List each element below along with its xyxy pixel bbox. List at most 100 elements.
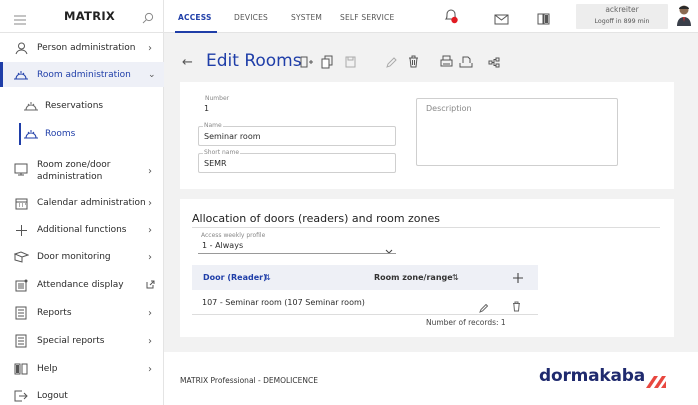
app-title: MATRIX	[64, 9, 116, 23]
chevron-right-icon: ›	[148, 335, 152, 347]
print-icon[interactable]	[440, 55, 453, 71]
sidebar-item-rooms[interactable]: Rooms	[0, 126, 164, 142]
logout-icon	[13, 389, 29, 403]
sidebar-item-label: Calendar administration	[37, 198, 146, 208]
external-link-icon	[146, 280, 155, 292]
person-icon	[13, 41, 29, 55]
sidebar-item-special-reports[interactable]: Special reports ›	[0, 333, 164, 349]
chevron-down-icon[interactable]	[385, 240, 393, 259]
sidebar-item-label: Person administration	[37, 43, 136, 53]
calendar-icon	[13, 196, 29, 210]
active-tab-indicator	[175, 31, 217, 33]
tab-system[interactable]: SYSTEM	[291, 13, 322, 22]
logoff-timer: Logoff in 899 min	[594, 18, 650, 25]
menu-icon[interactable]	[14, 10, 26, 25]
product-license: MATRIX Professional - DEMOLICENCE	[180, 376, 318, 385]
chevron-right-icon: ›	[148, 307, 152, 319]
export-icon[interactable]	[459, 55, 473, 71]
edit-row-icon[interactable]	[479, 298, 489, 317]
column-header-door[interactable]: Door (Reader)	[203, 273, 267, 282]
top-navigation-bar: ACCESS DEVICES SYSTEM SELF SERVICE ackre…	[164, 0, 698, 33]
chevron-right-icon: ›	[148, 224, 152, 236]
sort-icon[interactable]: ⇅	[452, 273, 459, 282]
sidebar-item-calendar-administration[interactable]: Calendar administration ›	[0, 195, 164, 211]
mail-icon[interactable]	[494, 10, 509, 29]
sidebar-item-label: Attendance display	[37, 280, 124, 290]
short-name-value: SEMR	[204, 159, 227, 168]
number-value: 1	[204, 104, 210, 113]
delete-icon[interactable]	[408, 55, 419, 71]
allocation-divider	[192, 227, 660, 228]
report-icon	[13, 306, 29, 320]
profile-label: Access weekly profile	[200, 232, 267, 239]
profile-select-value[interactable]: 1 - Always	[202, 241, 243, 250]
edit-icon[interactable]	[386, 57, 397, 71]
sidebar-item-attendance-display[interactable]: Attendance display	[0, 277, 164, 293]
delete-row-icon[interactable]	[512, 297, 521, 316]
back-arrow-icon[interactable]: ←	[182, 55, 193, 70]
structure-icon[interactable]	[488, 57, 500, 71]
short-name-label: Short name	[203, 149, 241, 156]
sidebar-item-label: Additional functions	[37, 225, 127, 235]
reservations-icon	[23, 99, 39, 113]
sidebar-item-logout[interactable]: Logout	[0, 388, 164, 404]
sidebar-item-label: Reports	[37, 308, 72, 318]
room-icon	[13, 68, 29, 82]
sidebar-item-room-administration[interactable]: Room administration ⌄	[0, 67, 164, 83]
column-header-zone[interactable]: Room zone/range	[374, 273, 453, 282]
attendance-icon	[13, 278, 29, 292]
tab-self-service[interactable]: SELF SERVICE	[340, 13, 394, 22]
footer: MATRIX Professional - DEMOLICENCE dormak…	[164, 352, 698, 405]
chevron-right-icon: ›	[148, 165, 152, 177]
copy-icon[interactable]	[321, 55, 333, 72]
number-label: Number	[204, 95, 231, 102]
new-record-icon[interactable]	[299, 55, 313, 72]
sidebar-item-door-monitoring[interactable]: Door monitoring ›	[0, 249, 164, 265]
search-icon[interactable]	[142, 9, 154, 24]
user-name: ackreiter	[605, 5, 639, 14]
sidebar-header: MATRIX	[0, 0, 164, 33]
record-count: Number of records: 1	[426, 318, 506, 327]
chevron-down-icon: ⌄	[148, 70, 156, 80]
notification-bell-icon[interactable]	[443, 8, 459, 28]
chevron-right-icon: ›	[148, 42, 152, 54]
table-row[interactable]: 107 - Seminar room (107 Seminar room)	[192, 291, 538, 315]
sidebar-item-reservations[interactable]: Reservations	[0, 98, 164, 114]
user-box[interactable]: ackreiter Logoff in 899 min	[576, 4, 668, 29]
name-label: Name	[203, 122, 223, 129]
tab-devices[interactable]: DEVICES	[234, 13, 268, 22]
save-icon[interactable]	[345, 56, 356, 71]
sidebar: MATRIX Person administration › Room admi…	[0, 0, 164, 405]
allocation-title: Allocation of doors (readers) and room z…	[192, 212, 441, 225]
door-icon	[13, 162, 29, 176]
chevron-right-icon: ›	[148, 363, 152, 375]
sidebar-item-label: Rooms	[45, 129, 76, 139]
name-value: Seminar room	[204, 132, 261, 141]
door-monitoring-icon	[13, 250, 29, 264]
sidebar-item-person-administration[interactable]: Person administration ›	[0, 40, 164, 56]
sidebar-item-label: Logout	[37, 391, 68, 401]
profile-select-underline	[198, 253, 396, 254]
sort-icon[interactable]: ⇅	[264, 273, 271, 282]
short-name-field[interactable]	[198, 153, 396, 173]
brand-logo: dormakaba	[539, 366, 645, 386]
sidebar-item-label: Room administration	[37, 70, 131, 80]
rooms-icon	[23, 127, 39, 141]
sidebar-item-help[interactable]: Help ›	[0, 361, 164, 377]
door-cell: 107 - Seminar room (107 Seminar room)	[202, 298, 365, 307]
sidebar-item-additional-functions[interactable]: Additional functions ›	[0, 222, 164, 238]
tab-access[interactable]: ACCESS	[178, 13, 212, 22]
sidebar-item-label: Help	[37, 364, 58, 374]
sidebar-item-label: Room zone/door administration	[37, 160, 111, 182]
sidebar-item-reports[interactable]: Reports ›	[0, 305, 164, 321]
sidebar-item-label: Reservations	[45, 101, 104, 111]
add-row-icon[interactable]	[512, 269, 524, 288]
chevron-right-icon: ›	[148, 251, 152, 263]
report-icon	[13, 334, 29, 348]
avatar[interactable]	[676, 4, 692, 30]
sidebar-item-label: Door monitoring	[37, 252, 111, 262]
chevron-right-icon: ›	[148, 197, 152, 209]
sidebar-item-room-zone-door-administration[interactable]: Room zone/door administration ›	[0, 159, 164, 183]
manual-icon[interactable]	[537, 10, 550, 29]
brand-mark-icon	[646, 374, 668, 393]
